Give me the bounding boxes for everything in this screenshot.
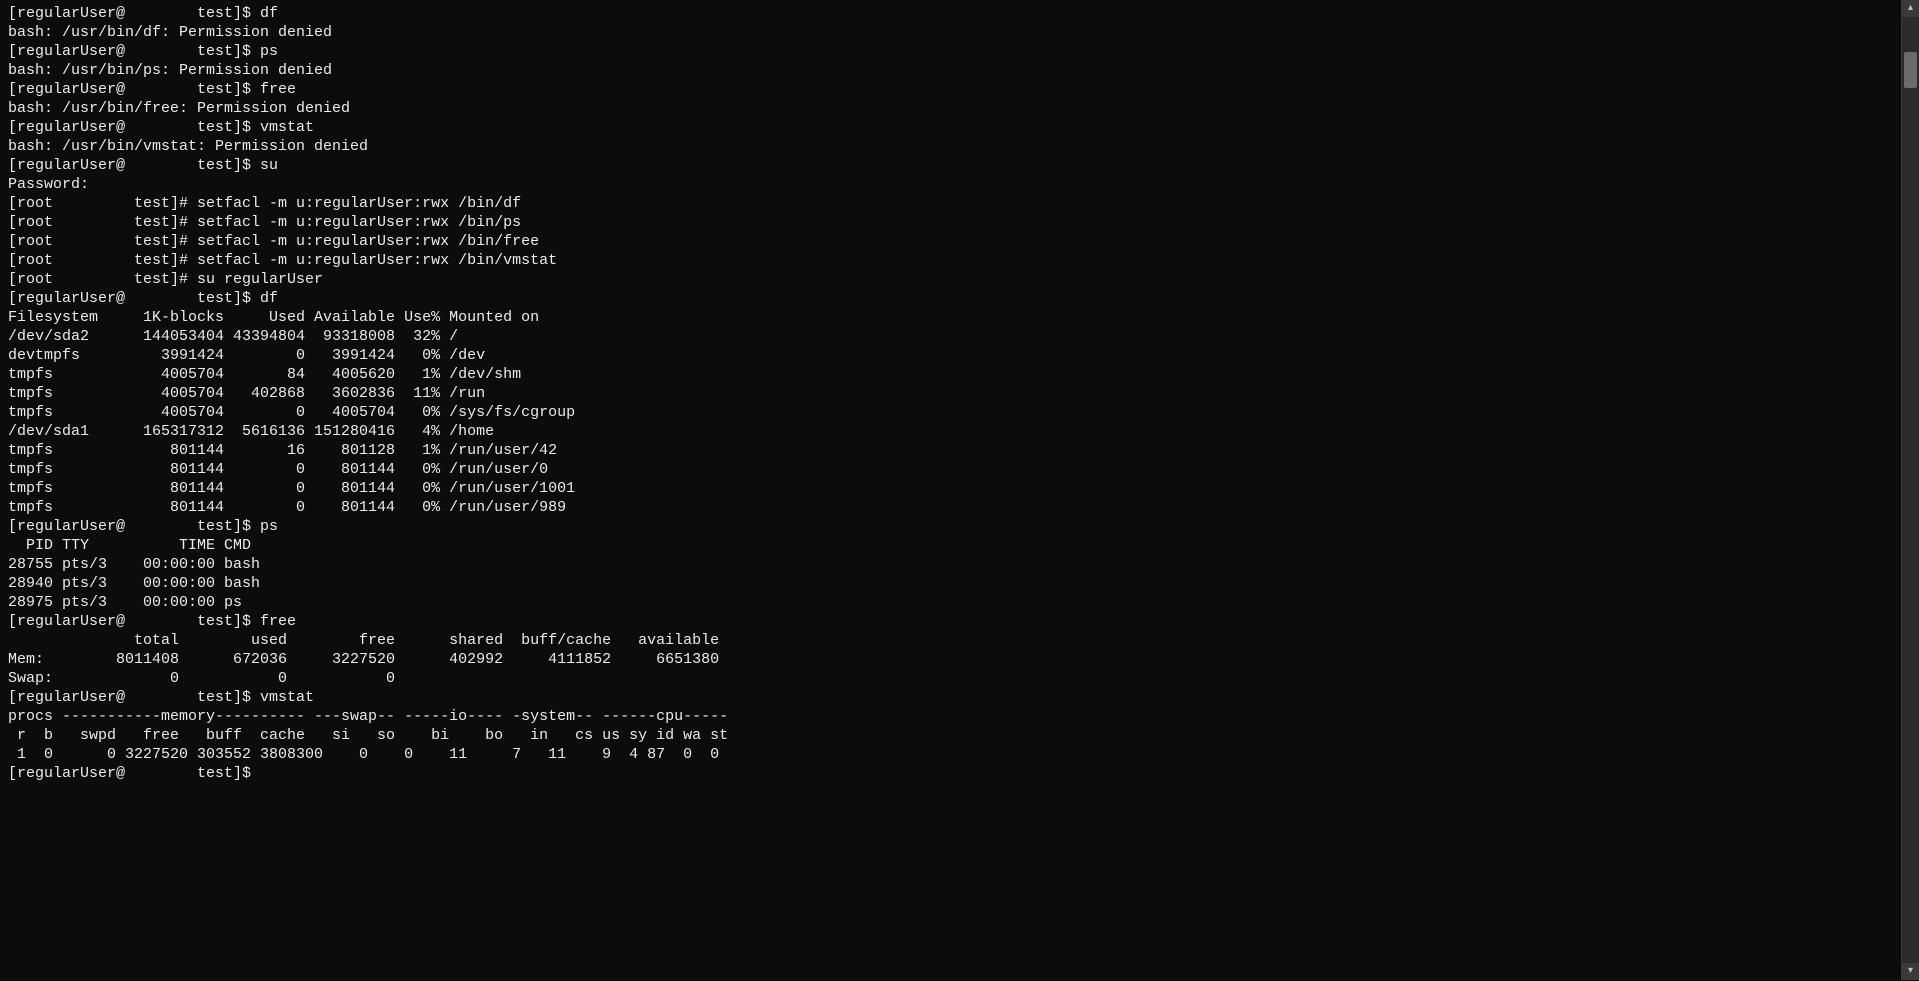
terminal-line: 28940 pts/3 00:00:00 bash	[8, 574, 1498, 593]
terminal-line: [regularUser@ test]$ df	[8, 289, 1498, 308]
terminal-line: [root test]# setfacl -m u:regularUser:rw…	[8, 213, 1498, 232]
terminal-line: [regularUser@ test]$ vmstat	[8, 118, 1498, 137]
terminal-line: r b swpd free buff cache si so bi bo in …	[8, 726, 1498, 745]
terminal-line: bash: /usr/bin/vmstat: Permission denied	[8, 137, 1498, 156]
terminal-line: tmpfs 4005704 84 4005620 1% /dev/shm	[8, 365, 1498, 384]
terminal-line: tmpfs 4005704 0 4005704 0% /sys/fs/cgrou…	[8, 403, 1498, 422]
terminal-line: [regularUser@ test]$ free	[8, 612, 1498, 631]
terminal-line: tmpfs 4005704 402868 3602836 11% /run	[8, 384, 1498, 403]
terminal-line: [regularUser@ test]$ df	[8, 4, 1498, 23]
terminal-line: [regularUser@ test]$ free	[8, 80, 1498, 99]
terminal-line: bash: /usr/bin/df: Permission denied	[8, 23, 1498, 42]
terminal-line: [root test]# setfacl -m u:regularUser:rw…	[8, 251, 1498, 270]
scroll-down-button[interactable]: ▾	[1902, 963, 1919, 980]
scrollbar[interactable]: ▴ ▾	[1901, 0, 1919, 980]
terminal-line: [regularUser@ test]$ ps	[8, 517, 1498, 536]
terminal-line: devtmpfs 3991424 0 3991424 0% /dev	[8, 346, 1498, 365]
terminal-line: tmpfs 801144 0 801144 0% /run/user/989	[8, 498, 1498, 517]
chevron-up-icon: ▴	[1908, 0, 1913, 18]
terminal-output[interactable]: [regularUser@ test]$ dfbash: /usr/bin/df…	[0, 0, 1506, 980]
terminal-line: /dev/sda1 165317312 5616136 151280416 4%…	[8, 422, 1498, 441]
terminal-line: tmpfs 801144 16 801128 1% /run/user/42	[8, 441, 1498, 460]
terminal-line: Swap: 0 0 0	[8, 669, 1498, 688]
terminal-line: Filesystem 1K-blocks Used Available Use%…	[8, 308, 1498, 327]
terminal-line: total used free shared buff/cache availa…	[8, 631, 1498, 650]
chevron-down-icon: ▾	[1908, 962, 1913, 981]
terminal-line: /dev/sda2 144053404 43394804 93318008 32…	[8, 327, 1498, 346]
terminal-line: [regularUser@ test]$ ps	[8, 42, 1498, 61]
scrollbar-thumb[interactable]	[1904, 52, 1917, 88]
terminal-line: [regularUser@ test]$	[8, 764, 1498, 783]
terminal-line: 28975 pts/3 00:00:00 ps	[8, 593, 1498, 612]
scroll-up-button[interactable]: ▴	[1902, 0, 1919, 17]
terminal-line: [root test]# su regularUser	[8, 270, 1498, 289]
terminal-line: Mem: 8011408 672036 3227520 402992 41118…	[8, 650, 1498, 669]
terminal-line: procs -----------memory---------- ---swa…	[8, 707, 1498, 726]
terminal-line: 28755 pts/3 00:00:00 bash	[8, 555, 1498, 574]
terminal-line: [root test]# setfacl -m u:regularUser:rw…	[8, 232, 1498, 251]
terminal-line: tmpfs 801144 0 801144 0% /run/user/1001	[8, 479, 1498, 498]
terminal-line: tmpfs 801144 0 801144 0% /run/user/0	[8, 460, 1498, 479]
terminal-line: Password:	[8, 175, 1498, 194]
terminal-line: [regularUser@ test]$ vmstat	[8, 688, 1498, 707]
terminal-line: [root test]# setfacl -m u:regularUser:rw…	[8, 194, 1498, 213]
terminal-line: bash: /usr/bin/free: Permission denied	[8, 99, 1498, 118]
terminal-line: PID TTY TIME CMD	[8, 536, 1498, 555]
terminal-line: 1 0 0 3227520 303552 3808300 0 0 11 7 11…	[8, 745, 1498, 764]
terminal-line: [regularUser@ test]$ su	[8, 156, 1498, 175]
terminal-line: bash: /usr/bin/ps: Permission denied	[8, 61, 1498, 80]
